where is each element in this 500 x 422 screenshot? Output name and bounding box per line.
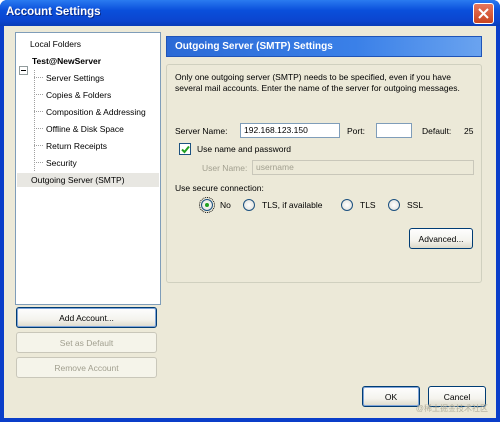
server-name-input[interactable]: 192.168.123.150 [240,123,340,138]
collapse-icon[interactable] [19,66,28,75]
tree-connector [34,162,43,163]
radio-tls-if-available-label[interactable]: TLS, if available [262,199,322,211]
set-default-label: Set as Default [59,337,114,348]
tree-item-return-receipts[interactable]: Return Receipts [46,139,107,153]
account-tree[interactable]: Local Folders Test@NewServer Server Sett… [15,32,161,305]
ok-label: OK [384,391,398,402]
tree-connector [34,94,43,95]
port-label: Port: [347,126,365,136]
set-default-button[interactable]: Set as Default [16,332,157,353]
close-icon [478,8,489,19]
panel-title: Outgoing Server (SMTP) Settings [175,41,333,52]
account-settings-window: Account Settings Local Folders Test@NewS… [0,0,500,422]
advanced-button[interactable]: Advanced... [409,228,473,249]
tree-item-account[interactable]: Test@NewServer [32,54,101,68]
tree-connector [34,145,43,146]
default-port-value: 25 [464,126,474,136]
tree-item-offline-disk[interactable]: Offline & Disk Space [46,122,124,136]
use-name-password-checkbox[interactable] [179,143,191,155]
remove-account-button[interactable]: Remove Account [16,357,157,378]
use-name-password-label[interactable]: Use name and password [197,143,291,155]
close-button[interactable] [473,3,494,24]
server-name-label: Server Name: [175,126,228,136]
tree-item-copies-folders[interactable]: Copies & Folders [46,88,111,102]
window-title: Account Settings [6,6,101,18]
panel-header: Outgoing Server (SMTP) Settings [166,36,482,57]
radio-tls-label[interactable]: TLS [360,199,376,211]
radio-no[interactable] [199,197,215,213]
tree-connector [34,128,43,129]
description-text: Only one outgoing server (SMTP) needs to… [175,72,460,93]
radio-ssl-label[interactable]: SSL [407,199,423,211]
tree-item-composition[interactable]: Composition & Addressing [46,105,146,119]
checkmark-icon [181,145,190,154]
user-name-input[interactable]: username [252,160,474,175]
remove-account-label: Remove Account [54,362,119,373]
tree-connector [34,70,35,171]
secure-connection-label: Use secure connection: [175,183,264,193]
ok-button[interactable]: OK [362,386,420,407]
dialog-body: Local Folders Test@NewServer Server Sett… [4,26,496,418]
add-account-label: Add Account... [59,312,114,323]
cancel-label: Cancel [443,391,471,402]
default-label: Default: [422,126,452,136]
tree-item-local-folders[interactable]: Local Folders [30,37,81,51]
tree-connector [34,111,43,112]
radio-ssl[interactable] [388,199,400,211]
tree-item-server-settings[interactable]: Server Settings [46,71,104,85]
watermark: @稀土掘金技术社区 [415,404,488,413]
radio-tls-if-available[interactable] [243,199,255,211]
tree-item-security[interactable]: Security [46,156,77,170]
advanced-label: Advanced... [418,233,464,244]
tree-item-outgoing-server[interactable]: Outgoing Server (SMTP) [17,173,159,187]
port-input[interactable] [376,123,412,138]
radio-tls[interactable] [341,199,353,211]
radio-no-label[interactable]: No [220,199,231,211]
tree-connector [34,77,43,78]
title-bar[interactable]: Account Settings [0,0,500,26]
user-name-label: User Name: [202,163,248,173]
add-account-button[interactable]: Add Account... [16,307,157,328]
